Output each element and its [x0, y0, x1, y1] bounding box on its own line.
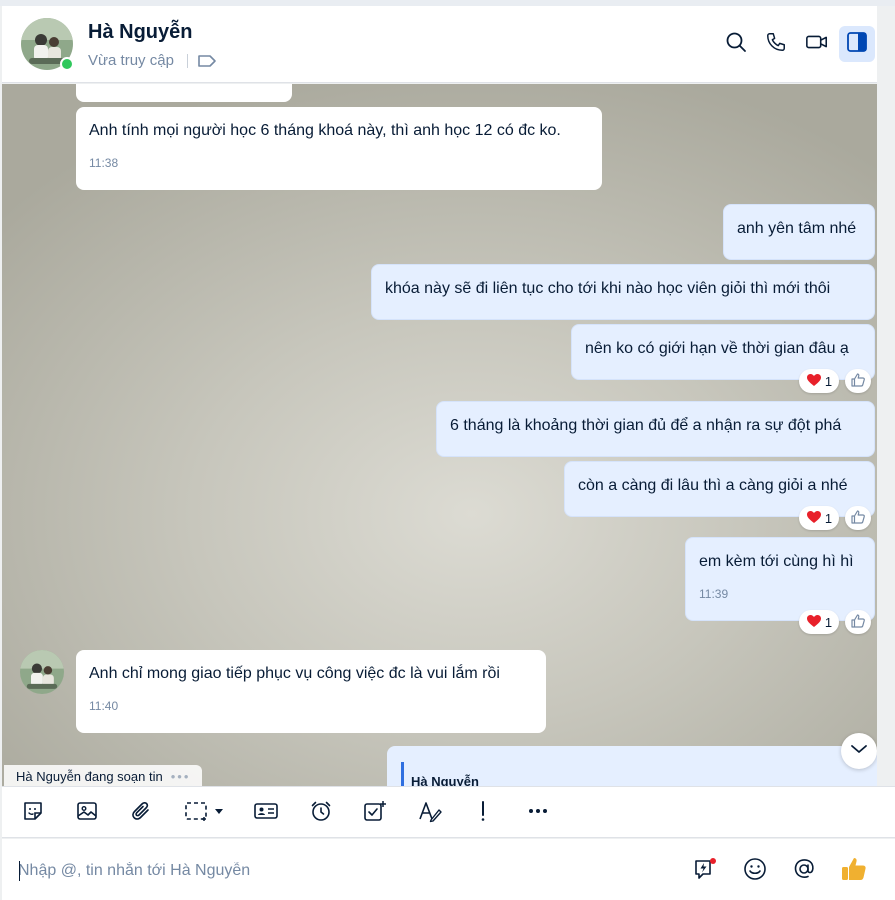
thumbs-up-outline-icon	[850, 372, 866, 391]
phone-icon	[765, 31, 787, 58]
last-seen-status: Vừa truy cập	[88, 52, 174, 69]
attach-file-button[interactable]	[127, 799, 155, 827]
text-caret	[19, 861, 20, 881]
more-options-button[interactable]	[524, 799, 552, 827]
message-text: còn a càng đi lâu thì a càng giỏi a nhé	[578, 477, 848, 494]
message-list[interactable]: Anh tính mọi người học 6 tháng khoá này,…	[2, 84, 877, 786]
alarm-clock-icon	[309, 799, 333, 828]
message-text: em kèm tới cùng hì hì	[699, 553, 854, 570]
heart-reaction-badge[interactable]: 1	[799, 610, 839, 634]
right-gutter	[877, 6, 895, 786]
text-format-button[interactable]	[416, 799, 444, 827]
chevron-down-icon	[850, 742, 868, 760]
contact-card-icon	[253, 799, 279, 828]
message-bubble-outgoing[interactable]: khóa này sẽ đi liên tục cho tới khi nào …	[371, 264, 875, 320]
message-text: nên ko có giới hạn về thời gian đâu ạ	[585, 340, 849, 357]
reaction-count: 1	[824, 510, 833, 526]
voice-call-button[interactable]	[758, 26, 794, 62]
like-reaction-button[interactable]	[845, 369, 871, 393]
typing-text: Hà Nguyễn đang soạn tin	[16, 768, 163, 784]
tag-icon[interactable]	[197, 52, 217, 70]
sender-avatar[interactable]	[20, 650, 64, 694]
status-divider	[187, 54, 188, 68]
message-time: 11:40	[89, 699, 119, 713]
heart-reaction-badge[interactable]: 1	[799, 369, 839, 393]
heart-icon	[806, 510, 822, 527]
screenshot-button[interactable]	[181, 799, 229, 827]
message-bubble-incoming[interactable]: Anh tính mọi người học 6 tháng khoá này,…	[76, 107, 602, 190]
more-icon	[526, 799, 550, 828]
message-text: Anh chỉ mong giao tiếp phục vụ công việc…	[89, 665, 500, 682]
online-status-dot	[60, 57, 74, 71]
smiley-icon	[742, 856, 768, 887]
contact-card-button[interactable]	[252, 799, 280, 827]
side-panel-icon	[846, 31, 868, 58]
message-time: 11:38	[89, 156, 119, 170]
composer	[2, 839, 895, 900]
message-bubble-outgoing[interactable]: 6 tháng là khoảng thời gian đủ để a nhận…	[436, 401, 875, 457]
message-bubble-incoming[interactable]: Anh chỉ mong giao tiếp phục vụ công việc…	[76, 650, 546, 733]
heart-icon	[806, 614, 822, 631]
thumbs-up-outline-icon	[850, 509, 866, 528]
typing-indicator: Hà Nguyễn đang soạn tin •••	[4, 765, 203, 786]
todo-button[interactable]	[361, 799, 389, 827]
composer-toolbar	[2, 786, 895, 838]
message-bubble-outgoing[interactable]: anh yên tâm nhé	[723, 204, 875, 260]
image-icon	[75, 799, 99, 828]
exclamation-icon	[471, 799, 495, 828]
quote-bar	[401, 762, 404, 786]
message-bubble-outgoing[interactable]: em kèm tới cùng hì hì 11:39	[685, 537, 875, 621]
video-camera-icon	[805, 31, 829, 58]
emoji-button[interactable]	[741, 857, 769, 885]
search-icon	[725, 31, 747, 58]
message-text: 6 tháng là khoảng thời gian đủ để a nhận…	[450, 417, 842, 434]
message-input[interactable]	[18, 859, 618, 883]
mention-button[interactable]	[790, 857, 818, 885]
screenshot-icon	[183, 799, 227, 828]
message-text: anh yên tâm nhé	[737, 220, 857, 237]
mark-important-button[interactable]	[469, 799, 497, 827]
message-text: khóa này sẽ đi liên tục cho tới khi nào …	[385, 280, 831, 297]
heart-reaction-badge[interactable]: 1	[799, 506, 839, 530]
image-button[interactable]	[73, 799, 101, 827]
video-call-button[interactable]	[799, 26, 835, 62]
lightning-chat-icon	[692, 856, 718, 887]
send-like-button[interactable]	[838, 857, 870, 885]
like-reaction-button[interactable]	[845, 610, 871, 634]
quick-message-button[interactable]	[691, 857, 719, 885]
text-format-icon	[417, 799, 443, 828]
quote-sender-name: Hà Nguyễn	[411, 774, 479, 786]
like-reaction-button[interactable]	[845, 506, 871, 530]
typing-dots-icon: •••	[170, 768, 191, 784]
heart-icon	[806, 373, 822, 390]
quoted-message-bubble[interactable]: Hà Nguyễn	[387, 746, 877, 786]
thumbs-up-icon	[840, 855, 868, 888]
reminder-button[interactable]	[307, 799, 335, 827]
message-text: Anh tính mọi người học 6 tháng khoá này,…	[89, 122, 561, 139]
todo-checkbox-icon	[362, 799, 388, 828]
conversation-info-toggle[interactable]	[839, 26, 875, 62]
sticker-icon	[21, 799, 45, 828]
contact-name[interactable]: Hà Nguyễn	[88, 21, 192, 44]
reaction-count: 1	[824, 614, 833, 630]
message-bubble-partial[interactable]	[76, 84, 292, 102]
scroll-to-bottom-button[interactable]	[841, 733, 877, 769]
search-button[interactable]	[718, 26, 754, 62]
sticker-button[interactable]	[19, 799, 47, 827]
chat-header: Hà Nguyễn Vừa truy cập	[2, 6, 877, 83]
attachment-icon	[129, 799, 153, 828]
thumbs-up-outline-icon	[850, 613, 866, 632]
reaction-count: 1	[824, 373, 833, 389]
message-time: 11:39	[699, 587, 729, 601]
at-sign-icon	[791, 856, 817, 887]
